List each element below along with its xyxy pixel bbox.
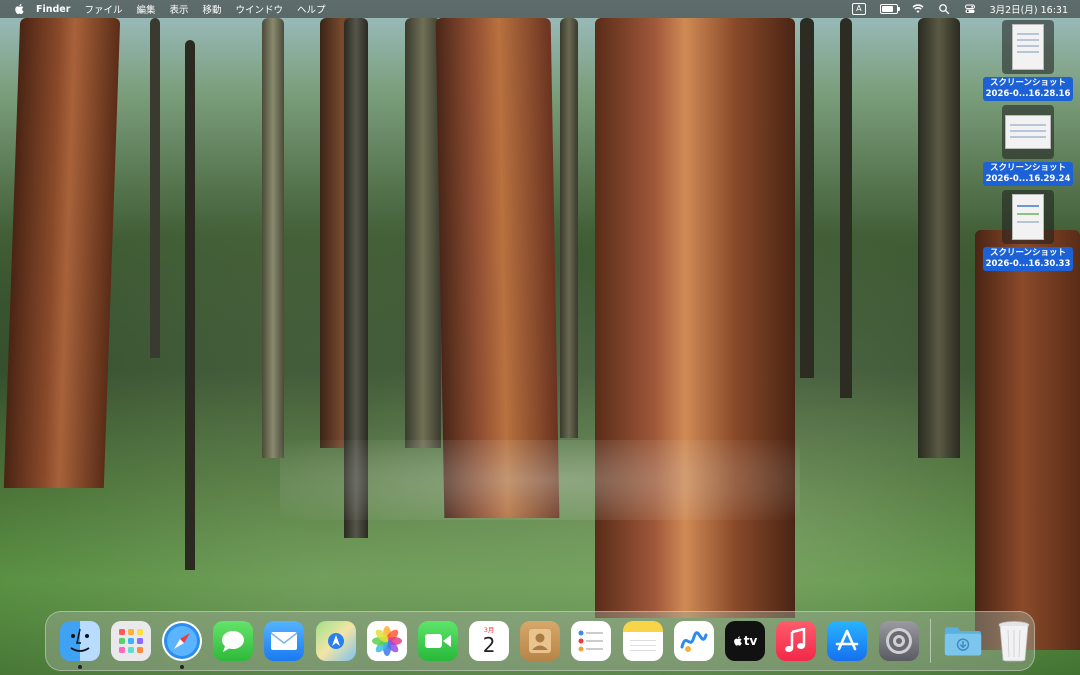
launchpad-icon <box>118 629 143 653</box>
tree-trunk <box>840 18 852 398</box>
battery-icon[interactable] <box>879 4 900 14</box>
dock-tv[interactable]: tv <box>725 621 766 661</box>
running-indicator <box>179 665 184 669</box>
menu-file[interactable]: ファイル <box>84 2 122 16</box>
fog <box>280 440 800 520</box>
downloads-folder-icon <box>944 627 981 656</box>
apple-logo-icon <box>733 636 742 646</box>
file-label-line: スクリーンショット <box>989 248 1067 258</box>
dock-contacts[interactable] <box>520 621 561 661</box>
desktop-file-screenshot[interactable]: スクリーンショット 2026-0...16.28.16 <box>982 20 1074 101</box>
trash-can-icon <box>998 621 1030 662</box>
dock-safari[interactable] <box>161 621 202 669</box>
gear-icon <box>885 628 912 654</box>
freeform-scribble-icon <box>680 631 708 652</box>
spotlight-search-icon[interactable] <box>938 3 950 15</box>
checklist-icon <box>578 630 604 652</box>
dock-reminders[interactable] <box>571 621 612 661</box>
tree-trunk <box>150 18 160 358</box>
file-label-line: スクリーンショット <box>989 163 1067 173</box>
tree-trunk <box>918 18 960 458</box>
menu-bar: Finder ファイル 編集 表示 移動 ウインドウ ヘルプ A 3月2日(月)… <box>0 0 1080 18</box>
running-indicator <box>77 665 82 669</box>
dock-notes[interactable] <box>622 621 663 661</box>
dock-photos[interactable] <box>366 621 407 661</box>
menu-bar-clock[interactable]: 3月2日(月) 16:31 <box>990 2 1068 16</box>
file-label[interactable]: スクリーンショット 2026-0...16.30.33 <box>982 247 1074 271</box>
dock-messages[interactable] <box>213 621 254 661</box>
dock-facetime[interactable] <box>417 621 458 661</box>
person-icon <box>529 629 552 653</box>
dock-maps[interactable] <box>315 621 356 661</box>
map-pin-icon <box>327 633 344 649</box>
flower-icon <box>371 626 402 656</box>
menu-view[interactable]: 表示 <box>169 2 188 16</box>
menu-app-finder[interactable]: Finder <box>36 4 70 15</box>
envelope-icon <box>270 632 298 650</box>
input-source-indicator[interactable]: A <box>852 3 866 15</box>
music-note-icon <box>785 628 806 652</box>
dock-mail[interactable] <box>264 621 305 661</box>
tree-trunk <box>185 40 195 570</box>
dock-calendar[interactable]: 3月 2 <box>469 621 510 661</box>
tree-trunk <box>595 18 795 618</box>
dock-finder[interactable] <box>59 621 100 669</box>
desktop-file-screenshot[interactable]: スクリーンショット 2026-0...16.29.24 <box>982 105 1074 186</box>
dock-separator <box>930 619 932 663</box>
finder-icon <box>70 628 90 652</box>
wifi-icon[interactable] <box>912 3 924 15</box>
menu-go[interactable]: 移動 <box>202 2 221 16</box>
file-thumbnail[interactable] <box>1002 20 1054 74</box>
menu-edit[interactable]: 編集 <box>136 2 155 16</box>
control-center-icon[interactable] <box>964 3 976 15</box>
screenshot-preview <box>1012 24 1044 70</box>
menu-help[interactable]: ヘルプ <box>297 2 326 16</box>
notepad-icon <box>629 640 656 651</box>
file-label[interactable]: スクリーンショット 2026-0...16.28.16 <box>982 77 1074 101</box>
desktop-file-screenshot[interactable]: スクリーンショット 2026-0...16.30.33 <box>982 190 1074 271</box>
desktop-wallpaper <box>0 0 1080 675</box>
file-thumbnail[interactable] <box>1002 190 1054 244</box>
file-label-line: スクリーンショット <box>989 78 1067 88</box>
safari-compass-icon <box>163 623 200 659</box>
file-label[interactable]: スクリーンショット 2026-0...16.29.24 <box>982 162 1074 186</box>
apple-menu-icon[interactable] <box>14 3 26 15</box>
dock-launchpad[interactable] <box>110 621 151 661</box>
calendar-day: 2 <box>482 633 496 657</box>
tree-trunk <box>3 18 121 488</box>
tv-label: tv <box>743 634 758 648</box>
file-label-line: 2026-0...16.29.24 <box>985 174 1071 184</box>
dock-downloads[interactable] <box>943 621 983 661</box>
dock-system-settings[interactable] <box>878 621 919 661</box>
desktop-icons: スクリーンショット 2026-0...16.28.16 スクリーンショット 20… <box>982 20 1074 275</box>
dock-freeform[interactable] <box>673 621 714 661</box>
dock: 3月 2 tv <box>45 611 1035 671</box>
dock-trash[interactable] <box>994 621 1034 662</box>
app-store-icon <box>836 629 859 651</box>
screenshot-preview <box>1012 194 1044 240</box>
tree-trunk <box>560 18 578 438</box>
menu-window[interactable]: ウインドウ <box>236 2 284 16</box>
file-label-line: 2026-0...16.28.16 <box>985 89 1071 99</box>
tree-trunk <box>800 18 814 378</box>
dock-app-store[interactable] <box>827 621 868 661</box>
file-thumbnail[interactable] <box>1002 105 1054 159</box>
screenshot-preview <box>1005 115 1051 149</box>
video-camera-icon <box>424 634 451 648</box>
dock-music[interactable] <box>776 621 817 661</box>
speech-bubble-icon <box>222 631 245 652</box>
file-label-line: 2026-0...16.30.33 <box>985 259 1071 269</box>
tree-trunk <box>262 18 284 458</box>
tree-trunk <box>405 18 441 448</box>
tree-trunk <box>975 230 1080 650</box>
